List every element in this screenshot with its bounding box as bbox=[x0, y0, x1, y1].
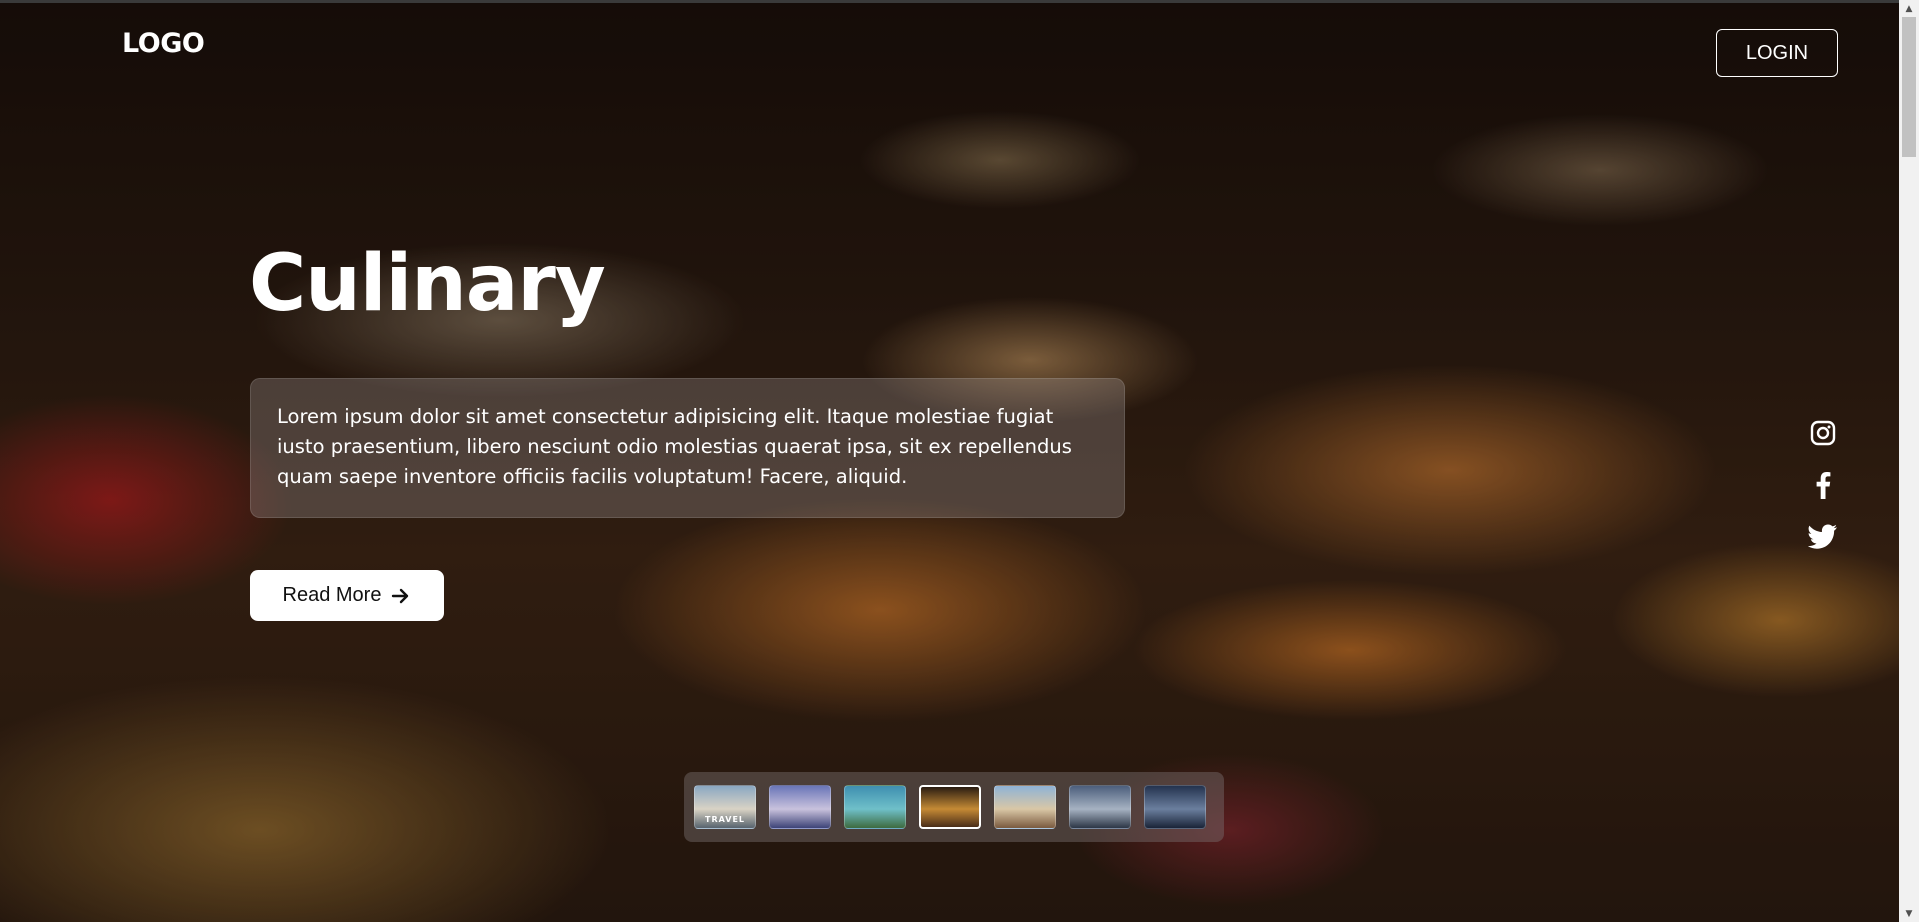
read-more-label: Read More bbox=[282, 584, 382, 606]
social-links bbox=[1807, 418, 1839, 552]
logo[interactable]: LOGO bbox=[122, 28, 205, 59]
thumbnail-4[interactable] bbox=[919, 785, 981, 829]
scrollbar[interactable]: ▲ ▼ bbox=[1899, 0, 1919, 922]
thumbnail-label: TRAVEL bbox=[704, 815, 746, 824]
page: LOGO LOGIN Culinary Lorem ipsum dolor si… bbox=[0, 0, 1919, 922]
scrollbar-thumb[interactable] bbox=[1902, 17, 1916, 157]
thumbnail-2[interactable] bbox=[769, 785, 831, 829]
twitter-icon[interactable] bbox=[1808, 522, 1838, 552]
hero-description: Lorem ipsum dolor sit amet consectetur a… bbox=[277, 405, 1072, 488]
hero-description-box: Lorem ipsum dolor sit amet consectetur a… bbox=[250, 378, 1125, 518]
scroll-down-arrow-icon[interactable]: ▼ bbox=[1899, 905, 1919, 922]
top-border bbox=[0, 0, 1919, 3]
login-button[interactable]: LOGIN bbox=[1716, 29, 1838, 77]
thumbnail-6[interactable] bbox=[1069, 785, 1131, 829]
thumbnail-5[interactable] bbox=[994, 785, 1056, 829]
arrow-right-icon bbox=[392, 588, 409, 603]
read-more-button[interactable]: Read More bbox=[250, 570, 444, 621]
thumbnail-7[interactable] bbox=[1144, 785, 1206, 829]
facebook-icon[interactable] bbox=[1808, 470, 1838, 500]
instagram-icon[interactable] bbox=[1808, 418, 1838, 448]
thumbnail-strip: TRAVEL bbox=[684, 772, 1224, 842]
thumbnail-3[interactable] bbox=[844, 785, 906, 829]
hero-title: Culinary bbox=[249, 239, 606, 329]
scroll-up-arrow-icon[interactable]: ▲ bbox=[1899, 0, 1919, 17]
thumbnail-1[interactable]: TRAVEL bbox=[694, 785, 756, 829]
